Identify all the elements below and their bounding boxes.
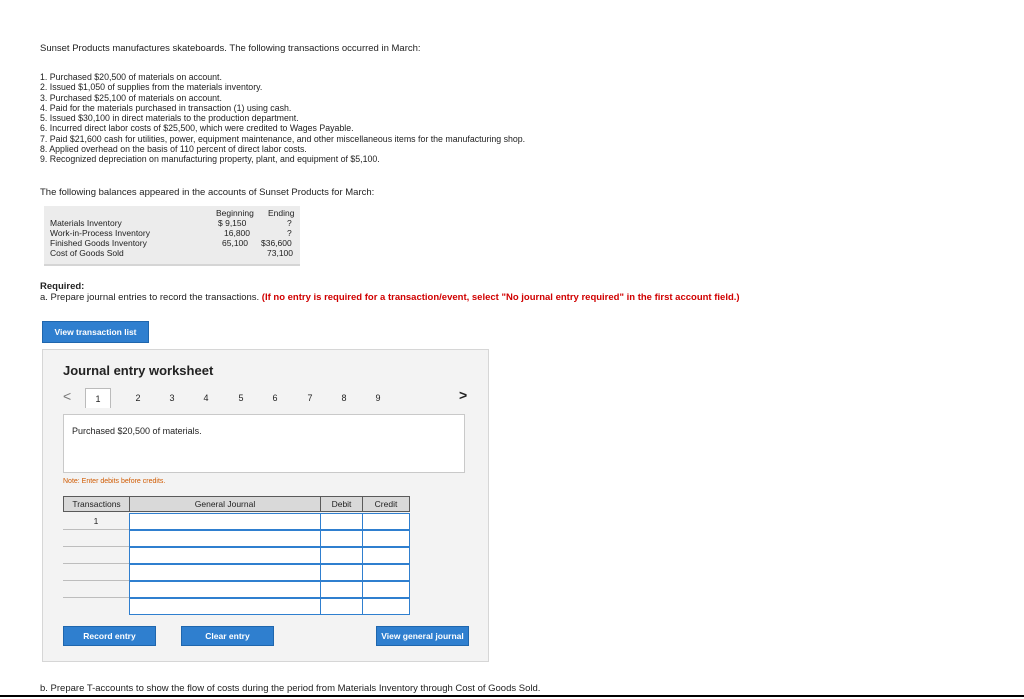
account-input[interactable] [129, 513, 321, 530]
header-credit: Credit [362, 496, 410, 512]
transaction-description: Purchased $20,500 of materials. [72, 426, 202, 436]
transaction-item: 4. Paid for the materials purchased in t… [40, 102, 292, 113]
problem-intro: Sunset Products manufactures skateboards… [40, 43, 421, 54]
tab-1[interactable]: 1 [85, 388, 111, 408]
row-divider [63, 597, 129, 598]
balances-intro: The following balances appeared in the a… [40, 187, 375, 198]
debit-input[interactable] [320, 530, 363, 547]
transaction-item: 9. Recognized depreciation on manufactur… [40, 154, 380, 165]
debit-input[interactable] [320, 581, 363, 598]
transaction-item: 2. Issued $1,050 of supplies from the ma… [40, 82, 263, 93]
transaction-item: 5. Issued $30,100 in direct materials to… [40, 113, 299, 124]
next-arrow-icon[interactable]: > [459, 387, 467, 403]
transaction-item: 8. Applied overhead on the basis of 110 … [40, 144, 307, 155]
header-general-journal: General Journal [129, 496, 321, 512]
record-entry-button[interactable]: Record entry [63, 626, 156, 646]
credit-input[interactable] [362, 564, 410, 581]
tab-7[interactable]: 7 [297, 388, 323, 408]
view-transaction-list-button[interactable]: View transaction list [42, 321, 149, 343]
required-part-a-note: (If no entry is required for a transacti… [261, 292, 740, 303]
account-input[interactable] [129, 547, 321, 564]
clear-entry-button[interactable]: Clear entry [181, 626, 274, 646]
transaction-number: 1 [93, 516, 99, 526]
debit-input[interactable] [320, 547, 363, 564]
credit-input[interactable] [362, 513, 410, 530]
account-input[interactable] [129, 530, 321, 547]
balance-account: Cost of Goods Sold [50, 248, 124, 258]
row-divider [63, 529, 129, 530]
balances-table: Beginning Ending Materials Inventory $ 9… [44, 206, 300, 266]
tab-5[interactable]: 5 [228, 388, 254, 408]
credit-input[interactable] [362, 530, 410, 547]
balance-beginning: 65,100 [222, 238, 248, 248]
credit-input[interactable] [362, 547, 410, 564]
required-part-a-text: a. Prepare journal entries to record the… [40, 292, 262, 303]
transaction-item: 6. Incurred direct labor costs of $25,50… [40, 123, 354, 134]
tab-9[interactable]: 9 [365, 388, 391, 408]
tab-4[interactable]: 4 [193, 388, 219, 408]
debit-input[interactable] [320, 513, 363, 530]
transaction-item: 3. Purchased $25,100 of materials on acc… [40, 92, 222, 103]
credit-input[interactable] [362, 598, 410, 615]
header-transactions: Transactions [63, 496, 130, 512]
required-part-b: b. Prepare T-accounts to show the flow o… [40, 683, 541, 694]
account-input[interactable] [129, 598, 321, 615]
required-part-a: a. Prepare journal entries to record the… [40, 292, 740, 303]
bottom-divider [0, 695, 1024, 697]
transaction-item: 1. Purchased $20,500 of materials on acc… [40, 72, 222, 82]
tab-3[interactable]: 3 [159, 388, 185, 408]
header-debit: Debit [320, 496, 363, 512]
tab-8[interactable]: 8 [331, 388, 357, 408]
tab-6[interactable]: 6 [262, 388, 288, 408]
prev-arrow-icon[interactable]: < [63, 388, 71, 404]
required-label: Required: [40, 281, 85, 292]
transaction-item: 7. Paid $21,600 cash for utilities, powe… [40, 133, 526, 144]
debit-input[interactable] [320, 598, 363, 615]
debits-credits-note: Note: Enter debits before credits. [63, 478, 166, 485]
account-input[interactable] [129, 564, 321, 581]
journal-entry-worksheet: Journal entry worksheet < 1 2 3 4 5 6 7 … [42, 349, 489, 662]
row-divider [63, 546, 129, 547]
transaction-list: 1. Purchased $20,500 of materials on acc… [40, 72, 525, 165]
account-input[interactable] [129, 581, 321, 598]
balance-ending: 73,100 [267, 248, 293, 258]
worksheet-title: Journal entry worksheet [63, 363, 214, 378]
transaction-description-box: Purchased $20,500 of materials. [63, 414, 465, 473]
row-divider [63, 580, 129, 581]
view-general-journal-button[interactable]: View general journal [376, 626, 469, 646]
credit-input[interactable] [362, 581, 410, 598]
tab-2[interactable]: 2 [125, 388, 151, 408]
debit-input[interactable] [320, 564, 363, 581]
row-divider [63, 563, 129, 564]
